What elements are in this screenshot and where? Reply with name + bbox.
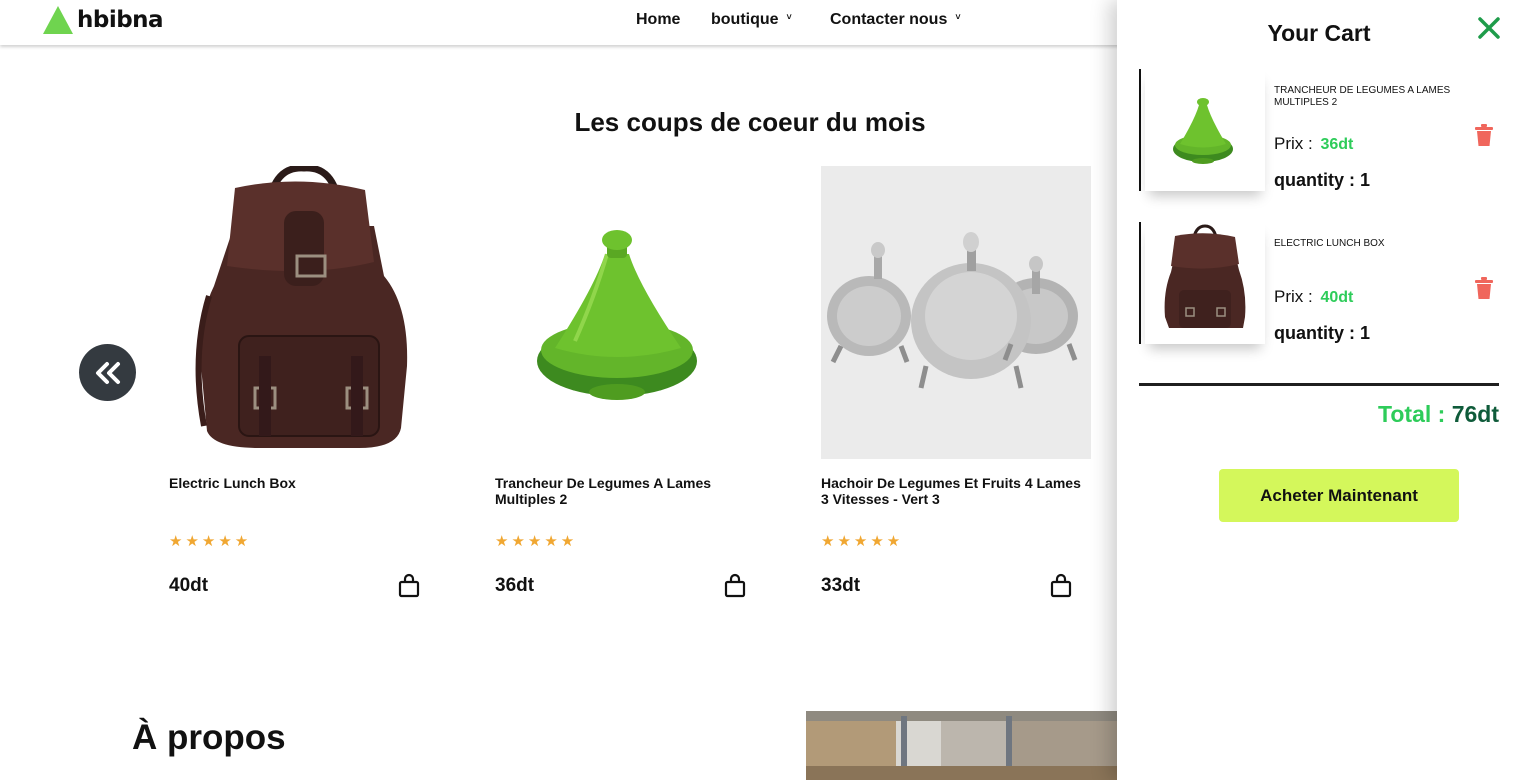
product-price: 33dt xyxy=(821,575,861,596)
product-card[interactable]: Trancheur De Legumes A Lames Multiples 2… xyxy=(495,166,765,606)
about-warehouse-image xyxy=(806,711,1117,780)
cart-item-name: ELECTRIC LUNCH BOX xyxy=(1274,238,1385,249)
double-chevron-left-icon xyxy=(95,361,120,384)
product-image-tagine[interactable] xyxy=(495,166,765,459)
cart-item-price-row: Prix : 40dt xyxy=(1274,287,1353,307)
shopping-bag-icon xyxy=(724,573,746,598)
product-price: 36dt xyxy=(495,575,535,596)
shopping-bag-icon xyxy=(1050,573,1072,598)
cart-item-accent-bar xyxy=(1139,69,1141,191)
nav-contact[interactable]: Contacter nous ˅ xyxy=(830,11,961,29)
buy-now-button[interactable]: Acheter Maintenant xyxy=(1219,469,1459,522)
product-price: 40dt xyxy=(169,575,209,596)
remove-item-button[interactable] xyxy=(1474,277,1494,305)
chevron-down-icon: ˅ xyxy=(955,12,961,22)
cart-title: Your Cart xyxy=(1267,20,1371,46)
cart-total-label: Total : xyxy=(1378,401,1452,427)
product-rating: ★★★★★ xyxy=(821,533,904,550)
remove-item-button[interactable] xyxy=(1474,124,1494,152)
shopping-bag-icon xyxy=(398,573,420,598)
cart-item-price: 40dt xyxy=(1320,289,1354,306)
cart-item-name: TRANCHEUR DE LEGUMES A LAMES MULTIPLES 2 xyxy=(1274,85,1451,108)
product-name: Trancheur De Legumes A Lames Multiples 2 xyxy=(495,475,712,507)
nav-home[interactable]: Home xyxy=(636,11,680,29)
cart-item-thumbnail-backpack xyxy=(1145,222,1265,344)
cart-item-price: 36dt xyxy=(1320,136,1354,153)
trash-icon xyxy=(1475,277,1493,299)
cart-item: ELECTRIC LUNCH BOX Prix : 40dt quantity … xyxy=(1139,222,1499,357)
logo-text: hbibna xyxy=(77,7,164,33)
section-title: Les coups de coeur du mois xyxy=(574,107,926,137)
cart-item-price-label: Prix : xyxy=(1274,134,1318,153)
close-cart-button[interactable] xyxy=(1476,15,1502,41)
chevron-down-icon: ˅ xyxy=(786,12,792,22)
cart-total-value: 76dt xyxy=(1451,401,1499,427)
nav-label: Contacter nous xyxy=(830,11,948,28)
cart-divider xyxy=(1139,383,1499,386)
add-to-cart-button[interactable] xyxy=(398,573,420,603)
product-image-backpack[interactable] xyxy=(169,166,439,459)
add-to-cart-button[interactable] xyxy=(1050,573,1072,603)
cart-item-quantity: quantity : 1 xyxy=(1274,170,1371,190)
product-rating: ★★★★★ xyxy=(495,533,578,550)
product-name: Electric Lunch Box xyxy=(169,475,296,491)
nav-label: boutique xyxy=(711,11,779,28)
cart-item-accent-bar xyxy=(1139,222,1141,344)
product-name: Hachoir De Legumes Et Fruits 4 Lames 3 V… xyxy=(821,475,1081,507)
cart-drawer: Your Cart TRANCHEUR DE LEGUMES A LAMES M… xyxy=(1117,0,1521,780)
product-rating: ★★★★★ xyxy=(169,533,252,550)
cart-item: TRANCHEUR DE LEGUMES A LAMES MULTIPLES 2… xyxy=(1139,69,1499,204)
nav-label: Home xyxy=(636,11,681,28)
trash-icon xyxy=(1475,124,1493,146)
nav-boutique[interactable]: boutique ˅ xyxy=(711,11,792,29)
product-image-silver-bowls[interactable] xyxy=(821,166,1091,459)
cart-item-price-row: Prix : 36dt xyxy=(1274,134,1353,154)
cart-item-quantity: quantity : 1 xyxy=(1274,323,1371,343)
product-card[interactable]: Electric Lunch Box ★★★★★ 40dt xyxy=(169,166,439,606)
cart-item-thumbnail-tagine xyxy=(1145,69,1265,191)
add-to-cart-button[interactable] xyxy=(724,573,746,603)
product-card[interactable]: Hachoir De Legumes Et Fruits 4 Lames 3 V… xyxy=(821,166,1091,606)
logo[interactable]: hbibna xyxy=(43,6,164,34)
cart-item-price-label: Prix : xyxy=(1274,287,1318,306)
about-title: À propos xyxy=(132,718,286,757)
cart-total: Total : 76dt xyxy=(1378,401,1499,428)
logo-triangle-icon xyxy=(43,6,73,34)
close-icon xyxy=(1478,17,1500,39)
carousel-prev-button[interactable] xyxy=(79,344,136,401)
